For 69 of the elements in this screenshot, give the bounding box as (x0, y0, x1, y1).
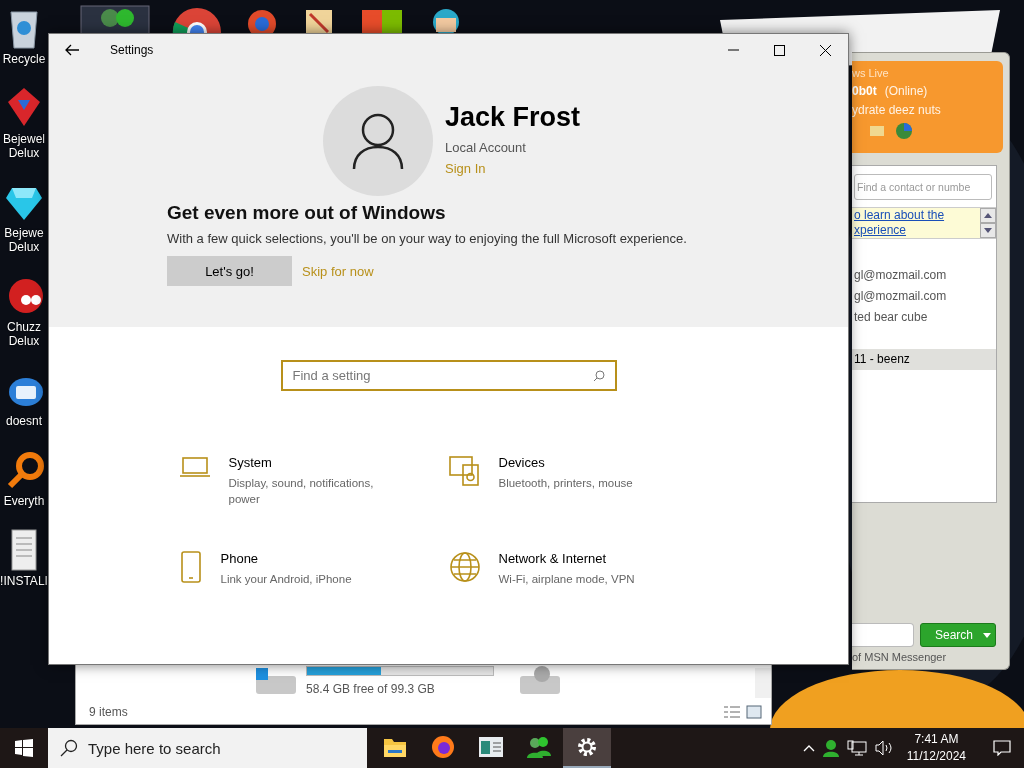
chevron-up-icon[interactable] (802, 744, 815, 752)
desktop-icon-label: Recycle (1, 52, 47, 66)
close-icon (819, 44, 831, 56)
minimize-icon (727, 49, 739, 51)
speech-bubble-icon (993, 740, 1011, 756)
desktop-icon-label: doesnt (5, 414, 43, 428)
item-count: 9 items (89, 705, 128, 719)
category-description: Bluetooth, printers, mouse (498, 476, 634, 491)
promo-heading: Get even more out of Windows (167, 202, 447, 224)
view-toggle-icon[interactable] (723, 705, 763, 719)
contact-item[interactable]: 11 - beenz (852, 349, 996, 370)
firefox-icon (431, 735, 455, 759)
category-description: Wi-Fi, airplane mode, VPN (498, 572, 636, 587)
account-type: Local Account (445, 140, 527, 155)
network-icon[interactable] (846, 740, 867, 756)
search-icon (592, 370, 605, 382)
messenger-footer: of MSN Messenger (852, 651, 1009, 669)
search-field[interactable]: Find a setting (280, 360, 617, 391)
messenger-title: ws Live (852, 67, 890, 79)
desktop-icon-label: Everyth (2, 494, 46, 508)
windows-logo-icon (15, 739, 33, 757)
scroll-up-icon[interactable] (980, 208, 996, 223)
scroll-down-icon[interactable] (980, 223, 996, 238)
globe-icon (448, 551, 481, 583)
back-arrow-icon (65, 44, 79, 56)
desktop-icon-label: Bejewe Delux (3, 226, 45, 254)
category-description: Link your Android, iPhone (220, 572, 353, 587)
laptop-icon (178, 455, 211, 479)
folder-icon (383, 736, 407, 758)
taskbar-search-field[interactable]: Type here to search (48, 728, 367, 768)
category-title[interactable]: Network & Internet (498, 551, 669, 566)
phone-icon (178, 551, 203, 583)
gear-icon (576, 736, 598, 758)
people-icon (526, 735, 552, 759)
contact-search-field[interactable]: Find a contact or numbe (854, 174, 992, 200)
app-window-icon (478, 736, 504, 758)
people-icon[interactable] (822, 739, 839, 757)
desktop-icon-label: Chuzz Delux (6, 320, 42, 348)
window-title: Settings (110, 43, 155, 57)
drive-icon (518, 666, 562, 696)
date: 11/12/2024 (906, 748, 966, 765)
contact-item[interactable]: ted bear cube (852, 307, 996, 328)
category-title[interactable]: Phone (220, 551, 391, 566)
scrollbar[interactable] (755, 668, 771, 698)
contact-item[interactable]: gl@mozmail.com (852, 286, 996, 307)
search-icon (60, 739, 78, 757)
user-name: 0b0t (852, 84, 877, 98)
drive-icon (254, 666, 298, 696)
contact-item[interactable]: gl@mozmail.com (852, 265, 996, 286)
person-icon (352, 112, 404, 170)
lets-go-button[interactable]: Let's go! (167, 256, 292, 286)
taskbar-app-button[interactable] (563, 728, 611, 768)
time: 7:41 AM (914, 731, 959, 748)
user-name: Jack Frost (445, 102, 581, 133)
free-space-text: 58.4 GB free of 99.3 GB (306, 682, 436, 696)
category-description: Display, sound, notifications, power (228, 476, 375, 507)
desktop-icon-label: Bejewel Delux (2, 132, 46, 160)
caret-icon (983, 632, 991, 638)
clock[interactable]: 7:41 AM 11/12/2024 (900, 731, 972, 765)
promo-text: With a few quick selections, you'll be on your way to enjoying the full Microsoft experience. (167, 231, 688, 246)
category-title[interactable]: System (228, 455, 399, 470)
people-icon[interactable] (80, 2, 150, 34)
web-search-field[interactable] (852, 623, 914, 647)
keyboard-speaker-icon (448, 455, 481, 487)
category-title[interactable]: Devices (498, 455, 669, 470)
learn-more-link[interactable]: o learn about the xperience (852, 208, 945, 238)
speaker-icon[interactable] (874, 740, 893, 756)
maximize-icon (773, 44, 785, 56)
desktop-icon-label: !INSTALI (0, 574, 48, 588)
